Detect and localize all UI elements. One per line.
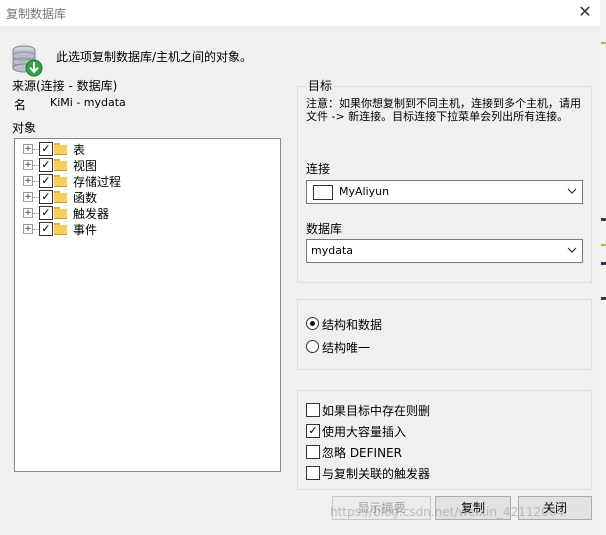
checkbox-views[interactable]: ✓ [39, 158, 53, 172]
expand-icon[interactable]: + [23, 176, 33, 186]
tree-item-label: 触发器 [73, 207, 110, 221]
checkbox[interactable] [306, 445, 320, 459]
radio-button[interactable] [306, 317, 319, 330]
name-label: 名 [14, 98, 27, 112]
tree-item-events[interactable]: + ✓ 事件 [23, 221, 223, 237]
edge-mark [601, 244, 606, 246]
option-ignore-definer[interactable]: 忽略 DEFINER [306, 444, 566, 460]
connection-select[interactable]: MyAliyun [306, 180, 583, 204]
option-label: 忽略 DEFINER [322, 446, 402, 460]
expand-icon[interactable]: + [23, 208, 33, 218]
option-label: 使用大容量插入 [322, 425, 407, 439]
expand-icon[interactable]: + [23, 224, 33, 234]
source-name-value: KiMi - mydata [50, 96, 126, 109]
edge-mark [601, 218, 606, 221]
background-edge [600, 0, 606, 535]
tree-item-label: 函数 [73, 191, 98, 205]
expand-icon[interactable]: + [23, 160, 33, 170]
radio-structure-and-data[interactable]: 结构和数据 [306, 316, 506, 332]
radio-label: 结构和数据 [322, 318, 383, 332]
connection-label: 连接 [306, 162, 331, 176]
title-bar: 复制数据库 ✕ [0, 0, 606, 26]
option-bulk-insert[interactable]: ✓ 使用大容量插入 [306, 423, 566, 439]
tree-item-views[interactable]: + ✓ 视图 [23, 157, 223, 173]
option-label: 与复制关联的触发器 [322, 467, 431, 481]
tree-item-procedures[interactable]: + ✓ 存储过程 [23, 173, 223, 189]
dialog-description: 此选项复制数据库/主机之间的对象。 [56, 50, 253, 64]
objects-tree[interactable]: + ✓ 表 + ✓ 视图 + ✓ 存储过程 + ✓ 函数 + ✓ 触发器 + ✓… [14, 138, 281, 472]
target-note: 注意：如果你想复制到不同主机，连接到多个主机，请用文件 -> 新连接。目标连接下… [306, 97, 581, 123]
close-icon[interactable]: ✕ [574, 2, 596, 22]
edge-mark [601, 262, 606, 265]
copy-mode-group [297, 299, 592, 370]
connection-value: MyAliyun [339, 185, 390, 198]
tree-item-tables[interactable]: + ✓ 表 [23, 141, 223, 157]
database-label: 数据库 [306, 222, 343, 236]
objects-label: 对象 [12, 121, 37, 135]
tree-item-triggers[interactable]: + ✓ 触发器 [23, 205, 223, 221]
radio-button[interactable] [306, 340, 319, 353]
checkbox-functions[interactable]: ✓ [39, 190, 53, 204]
edge-mark [601, 297, 606, 300]
radio-structure-only[interactable]: 结构唯一 [306, 339, 506, 355]
expand-icon[interactable]: + [23, 144, 33, 154]
tree-item-label: 视图 [73, 159, 98, 173]
expand-icon[interactable]: + [23, 192, 33, 202]
source-label: 来源(连接 - 数据库) [12, 79, 118, 93]
folder-icon [54, 223, 67, 235]
checkbox[interactable]: ✓ [306, 424, 320, 438]
folder-icon [54, 175, 67, 187]
checkbox[interactable] [306, 403, 320, 417]
checkbox-events[interactable]: ✓ [39, 222, 53, 236]
folder-icon [54, 207, 67, 219]
chevron-down-icon[interactable] [566, 243, 578, 260]
target-label: 目标 [306, 77, 335, 94]
tree-item-label: 存储过程 [73, 175, 122, 189]
checkbox-procedures[interactable]: ✓ [39, 174, 53, 188]
watermark: https://blog.csdn.net/weixin_42112064 [330, 505, 565, 519]
option-copy-triggers[interactable]: 与复制关联的触发器 [306, 465, 566, 481]
connection-icon [313, 185, 333, 200]
chevron-down-icon[interactable] [566, 184, 578, 201]
checkbox-tables[interactable]: ✓ [39, 142, 53, 156]
tree-item-label: 表 [73, 143, 86, 157]
folder-icon [54, 191, 67, 203]
folder-icon [54, 143, 67, 155]
option-drop-if-exists[interactable]: 如果目标中存在则删 [306, 402, 566, 418]
tree-item-functions[interactable]: + ✓ 函数 [23, 189, 223, 205]
database-download-icon [10, 43, 44, 77]
database-value: mydata [311, 244, 354, 257]
checkbox-triggers[interactable]: ✓ [39, 206, 53, 220]
tree-item-label: 事件 [73, 223, 98, 237]
edge-mark [601, 42, 606, 44]
folder-icon [54, 159, 67, 171]
database-select[interactable]: mydata [306, 239, 583, 263]
option-label: 如果目标中存在则删 [322, 404, 431, 418]
checkbox[interactable] [306, 466, 320, 480]
window-title: 复制数据库 [6, 7, 67, 21]
radio-label: 结构唯一 [322, 341, 371, 355]
